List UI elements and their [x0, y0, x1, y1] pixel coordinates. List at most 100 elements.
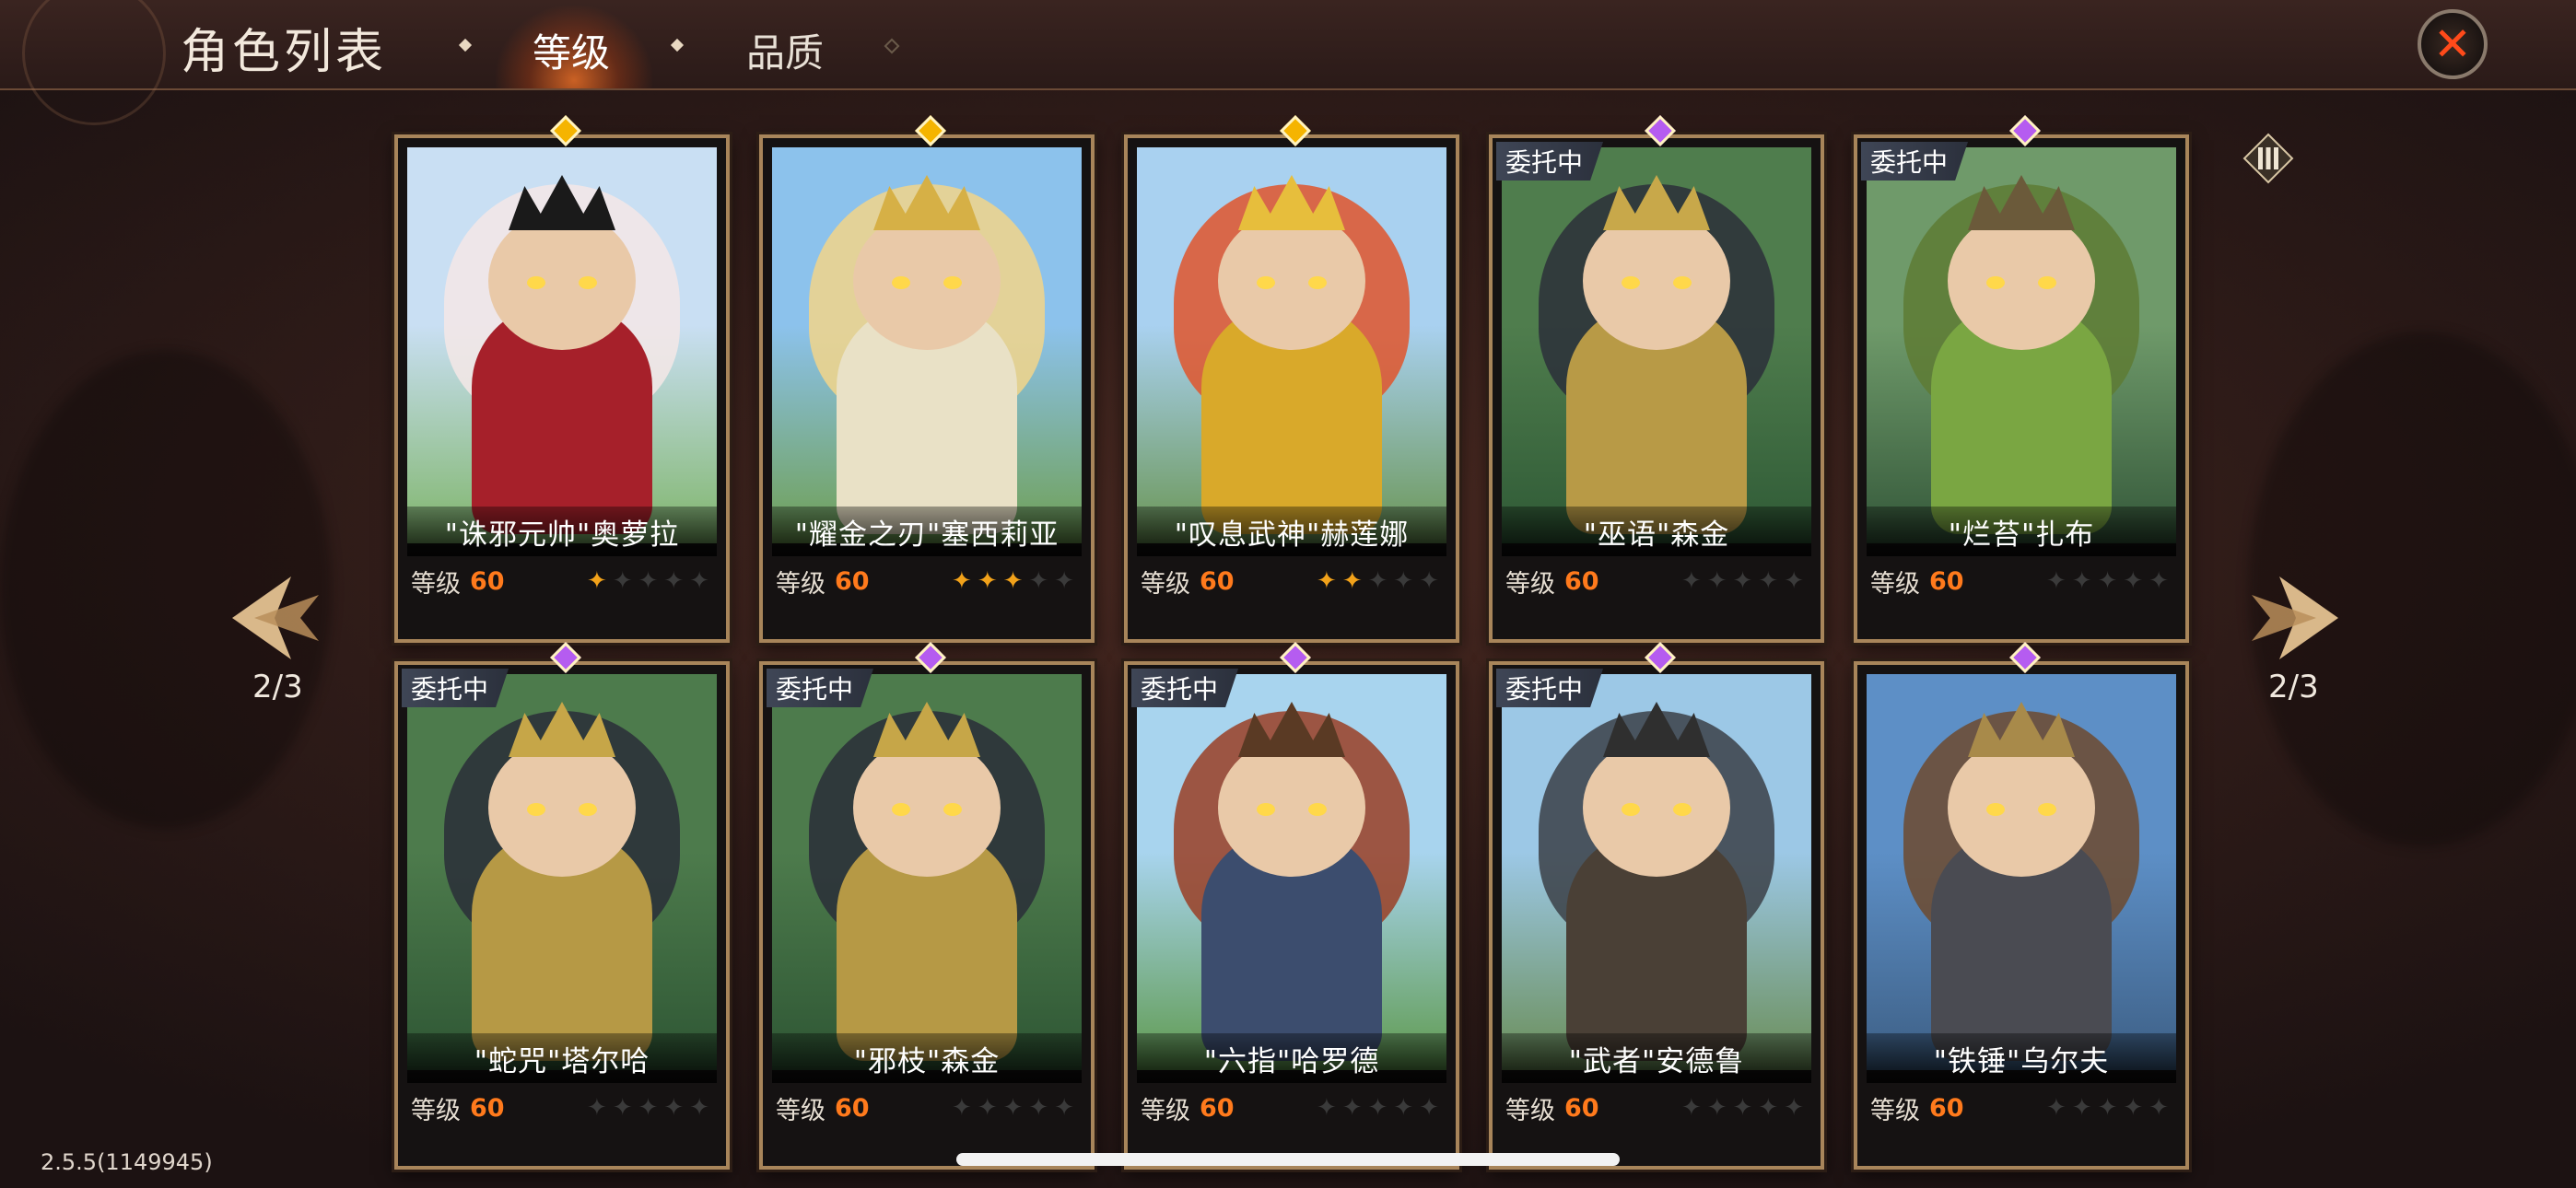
- character-card[interactable]: 委托中 "蛇咒"塔尔哈 等级 60 ✦ ✦ ✦ ✦ ✦: [394, 642, 730, 1170]
- prev-page-button[interactable]: [227, 567, 328, 669]
- level-label: 等级: [1870, 1096, 1920, 1125]
- star-rating: ✦ ✦ ✦ ✦ ✦: [1317, 1096, 1439, 1120]
- tab-quality[interactable]: 品质: [746, 22, 824, 78]
- level-value: 60: [1929, 1093, 1964, 1123]
- tab-level[interactable]: 等级: [533, 22, 610, 78]
- character-name: "邪枝"森金: [772, 1033, 1082, 1083]
- home-indicator[interactable]: [956, 1153, 1620, 1166]
- star-rating: ✦ ✦ ✦ ✦ ✦: [2046, 569, 2169, 593]
- level-value: 60: [1200, 1093, 1235, 1123]
- prev-page-arrow-icon: [232, 577, 319, 659]
- star-icon: ✦: [1784, 1094, 1804, 1122]
- next-page-arrow-icon: [2252, 577, 2338, 659]
- level-value: 60: [835, 566, 870, 596]
- character-card[interactable]: 委托中 "巫语"森金 等级 60 ✦ ✦ ✦ ✦ ✦: [1489, 115, 1824, 643]
- star-icon: ✦: [2046, 1094, 2067, 1122]
- rarity-gem-icon: [550, 115, 581, 146]
- star-rating: ✦ ✦ ✦ ✦ ✦: [2046, 1096, 2169, 1120]
- level-value: 60: [1564, 566, 1599, 596]
- star-icon: ✦: [2071, 567, 2092, 595]
- star-icon: ✦: [663, 1094, 685, 1122]
- character-card[interactable]: "诛邪元帅"奥萝拉 等级 60 ✦ ✦ ✦ ✦ ✦: [394, 115, 730, 643]
- star-icon: ✦: [1706, 1094, 1727, 1122]
- star-icon: ✦: [1732, 1094, 1753, 1122]
- character-card[interactable]: 委托中 "六指"哈罗德 等级 60 ✦ ✦ ✦ ✦ ✦: [1124, 642, 1459, 1170]
- level-label: 等级: [1505, 1096, 1555, 1125]
- level-value: 60: [835, 1093, 870, 1123]
- star-icon: ✦: [689, 567, 709, 595]
- star-icon: ✦: [1419, 567, 1439, 595]
- level-label: 等级: [1141, 569, 1190, 599]
- star-icon: ✦: [2149, 567, 2169, 595]
- level-label: 等级: [411, 569, 461, 599]
- level-label: 等级: [1505, 569, 1555, 599]
- star-icon: ✦: [1341, 567, 1363, 595]
- star-icon: ✦: [638, 567, 659, 595]
- page-indicator-left: 2/3: [252, 669, 303, 705]
- star-icon: ✦: [1758, 567, 1779, 595]
- grid-view-button[interactable]: [2241, 131, 2296, 186]
- level-row: 等级 60 ✦ ✦ ✦ ✦ ✦: [1867, 560, 2176, 602]
- star-icon: ✦: [977, 1094, 998, 1122]
- close-icon: ✕: [2433, 17, 2472, 71]
- character-card[interactable]: 委托中 "邪枝"森金 等级 60 ✦ ✦ ✦ ✦ ✦: [759, 642, 1095, 1170]
- rarity-gem-icon: [550, 642, 581, 673]
- commission-badge: 委托中: [402, 669, 509, 707]
- star-rating: ✦ ✦ ✦ ✦ ✦: [587, 1096, 709, 1120]
- star-icon: ✦: [1367, 567, 1388, 595]
- star-icon: ✦: [1028, 1094, 1049, 1122]
- next-page-button[interactable]: [2242, 567, 2344, 669]
- rarity-gem-icon: [1280, 115, 1311, 146]
- level-row: 等级 60 ✦ ✦ ✦ ✦ ✦: [407, 560, 717, 602]
- character-name: "叹息武神"赫莲娜: [1137, 507, 1446, 556]
- character-portrait: [407, 674, 717, 1070]
- tab-separator: [884, 38, 900, 54]
- level-label: 等级: [411, 1096, 461, 1125]
- character-card[interactable]: 委托中 "武者"安德鲁 等级 60 ✦ ✦ ✦ ✦ ✦: [1489, 642, 1824, 1170]
- level-row: 等级 60 ✦ ✦ ✦ ✦ ✦: [1137, 1087, 1446, 1129]
- star-icon: ✦: [977, 567, 998, 595]
- grid-view-icon: [2242, 133, 2294, 184]
- rarity-gem-icon: [915, 115, 946, 146]
- character-card[interactable]: 委托中 "烂苔"扎布 等级 60 ✦ ✦ ✦ ✦ ✦: [1854, 115, 2189, 643]
- star-rating: ✦ ✦ ✦ ✦ ✦: [1681, 1096, 1804, 1120]
- star-icon: ✦: [612, 1094, 633, 1122]
- level-value: 60: [1929, 566, 1964, 596]
- level-value: 60: [1564, 1093, 1599, 1123]
- page-indicator-right: 2/3: [2268, 669, 2319, 705]
- star-icon: ✦: [1317, 567, 1337, 595]
- character-portrait: [1137, 674, 1446, 1070]
- commission-badge: 委托中: [1496, 669, 1604, 707]
- star-icon: ✦: [1732, 567, 1753, 595]
- character-name: "蛇咒"塔尔哈: [407, 1033, 717, 1083]
- level-label: 等级: [776, 569, 825, 599]
- character-card[interactable]: "叹息武神"赫莲娜 等级 60 ✦ ✦ ✦ ✦ ✦: [1124, 115, 1459, 643]
- star-icon: ✦: [612, 567, 633, 595]
- character-name: "铁锤"乌尔夫: [1867, 1033, 2176, 1083]
- level-row: 等级 60 ✦ ✦ ✦ ✦ ✦: [1502, 1087, 1811, 1129]
- commission-badge: 委托中: [1131, 669, 1239, 707]
- star-icon: ✦: [1002, 1094, 1024, 1122]
- level-label: 等级: [776, 1096, 825, 1125]
- rarity-gem-icon: [2009, 642, 2041, 673]
- star-icon: ✦: [587, 1094, 607, 1122]
- star-icon: ✦: [1367, 1094, 1388, 1122]
- level-value: 60: [470, 566, 505, 596]
- star-rating: ✦ ✦ ✦ ✦ ✦: [952, 569, 1074, 593]
- rarity-gem-icon: [1645, 642, 1676, 673]
- level-label: 等级: [1141, 1096, 1190, 1125]
- character-name: "烂苔"扎布: [1867, 507, 2176, 556]
- star-icon: ✦: [1393, 1094, 1414, 1122]
- character-card[interactable]: "铁锤"乌尔夫等级 60 ✦ ✦ ✦ ✦ ✦: [1854, 642, 2189, 1170]
- star-icon: ✦: [1419, 1094, 1439, 1122]
- star-rating: ✦ ✦ ✦ ✦ ✦: [587, 569, 709, 593]
- commission-badge: 委托中: [1861, 142, 1969, 181]
- character-card[interactable]: "耀金之刃"塞西莉亚 等级 60 ✦ ✦ ✦ ✦ ✦: [759, 115, 1095, 643]
- star-icon: ✦: [689, 1094, 709, 1122]
- version-label: 2.5.5(1149945): [41, 1149, 213, 1175]
- star-icon: ✦: [2123, 1094, 2144, 1122]
- close-button[interactable]: ✕: [2418, 9, 2488, 79]
- rarity-gem-icon: [1645, 115, 1676, 146]
- star-icon: ✦: [2097, 1094, 2118, 1122]
- star-icon: ✦: [587, 567, 607, 595]
